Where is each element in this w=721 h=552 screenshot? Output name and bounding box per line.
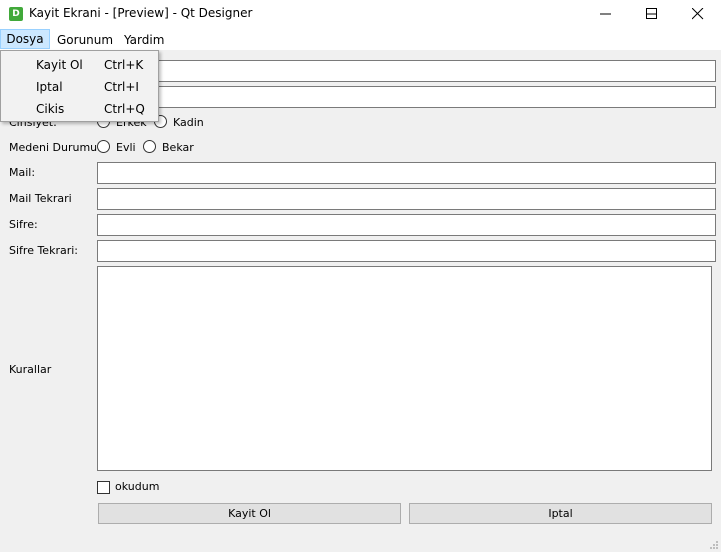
menu-yardim[interactable]: Yardim	[124, 31, 164, 49]
close-button[interactable]	[675, 0, 721, 28]
mail-label: Mail:	[9, 166, 36, 179]
resize-grip-icon[interactable]	[709, 540, 719, 550]
minimize-window-icon	[600, 13, 611, 15]
menu-item-shortcut: Ctrl+Q	[104, 102, 145, 116]
sifre-input[interactable]	[97, 214, 716, 236]
menu-item-label: Iptal	[36, 80, 63, 94]
close-icon	[692, 8, 704, 20]
evli-radio[interactable]	[97, 140, 110, 153]
kadin-label: Kadin	[173, 116, 204, 129]
window-title: Kayit Ekrani - [Preview] - Qt Designer	[29, 6, 253, 20]
menu-item-kayit-ol[interactable]: Kayit Ol Ctrl+K	[2, 54, 157, 76]
sifre-label: Sifre:	[9, 218, 38, 231]
kurallar-textarea[interactable]	[97, 266, 712, 471]
mail-input[interactable]	[97, 162, 716, 184]
okudum-checkbox[interactable]	[97, 481, 110, 494]
medeni-durumu-label: Medeni Durumu:	[9, 141, 101, 154]
menu-item-shortcut: Ctrl+I	[104, 80, 139, 94]
menu-bar: Dosya Gorunum Yardim	[0, 28, 721, 50]
qt-designer-app-icon: D	[9, 7, 23, 21]
dosya-dropdown-menu: Kayit Ol Ctrl+K Iptal Ctrl+I Cikis Ctrl+…	[0, 50, 159, 122]
evli-label: Evli	[116, 141, 136, 154]
ad-input[interactable]	[97, 60, 716, 82]
soyad-input[interactable]	[97, 86, 716, 108]
maximize-button[interactable]	[629, 0, 675, 28]
menu-gorunum[interactable]: Gorunum	[57, 31, 113, 49]
menu-item-shortcut: Ctrl+K	[104, 58, 144, 72]
sifre-tekrari-label: Sifre Tekrari:	[9, 244, 78, 257]
mail-tekrari-label: Mail Tekrari	[9, 192, 72, 205]
kayit-ol-button[interactable]: Kayit Ol	[98, 503, 401, 524]
bekar-radio[interactable]	[143, 140, 156, 153]
mail-tekrari-input[interactable]	[97, 188, 716, 210]
menu-item-label: Kayit Ol	[36, 58, 83, 72]
bekar-label: Bekar	[162, 141, 194, 154]
kurallar-label: Kurallar	[9, 363, 52, 376]
menu-dosya[interactable]: Dosya	[0, 29, 50, 49]
okudum-label: okudum	[115, 480, 160, 493]
minimize-window-button[interactable]	[583, 0, 629, 28]
maximize-icon	[646, 8, 657, 19]
menu-item-cikis[interactable]: Cikis Ctrl+Q	[2, 98, 157, 120]
menu-item-iptal[interactable]: Iptal Ctrl+I	[2, 76, 157, 98]
menu-item-label: Cikis	[36, 102, 65, 116]
iptal-button[interactable]: Iptal	[409, 503, 712, 524]
sifre-tekrari-input[interactable]	[97, 240, 716, 262]
